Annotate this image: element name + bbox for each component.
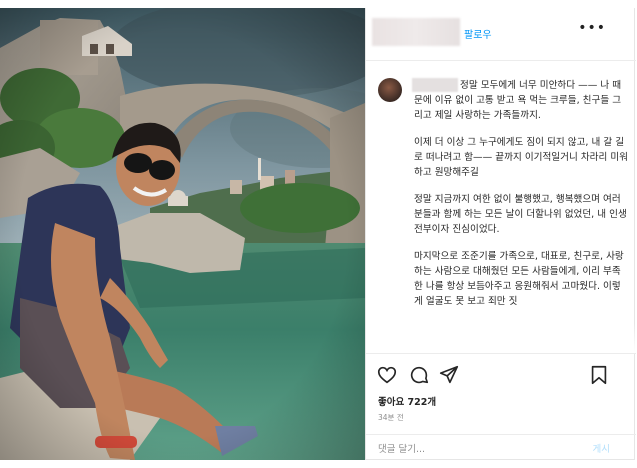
comment-row: 댓글 달기... 게시 bbox=[366, 434, 636, 461]
bookmark-icon[interactable] bbox=[588, 364, 610, 386]
share-icon[interactable] bbox=[438, 364, 460, 386]
post-timestamp[interactable]: 34분 전 bbox=[378, 412, 404, 423]
caption-paragraph: 정말 모두에게 너무 미안하다 —— 나 때문에 이유 없이 고통 받고 욕 먹… bbox=[414, 80, 622, 121]
caption-area: 정말 모두에게 너무 미안하다 —— 나 때문에 이유 없이 고통 받고 욕 먹… bbox=[366, 68, 636, 353]
caption-text: 정말 모두에게 너무 미안하다 —— 나 때문에 이유 없이 고통 받고 욕 먹… bbox=[414, 78, 629, 321]
post-header: 팔로우 ••• bbox=[366, 8, 636, 61]
caption-paragraph: 마지막으로 조준기를 가족으로, 대표로, 친구로, 사랑하는 사람으로 대해줬… bbox=[414, 251, 624, 307]
likes-count[interactable]: 좋아요 722개 bbox=[378, 394, 436, 408]
more-icon[interactable]: ••• bbox=[578, 20, 606, 36]
follow-button[interactable]: 팔로우 bbox=[464, 26, 492, 41]
post-comment-button[interactable]: 게시 bbox=[593, 441, 610, 455]
avatar[interactable] bbox=[378, 78, 402, 102]
post-photo[interactable] bbox=[0, 8, 365, 460]
post-side-panel: 팔로우 ••• 정말 모두에게 너무 미안하다 —— 나 때문에 이유 없이 고… bbox=[365, 8, 636, 460]
comment-input[interactable]: 댓글 달기... bbox=[378, 441, 425, 455]
caption-fade bbox=[366, 323, 636, 353]
post-actions: 좋아요 722개 34분 전 댓글 달기... 게시 bbox=[366, 353, 636, 455]
post-window: 팔로우 ••• 정말 모두에게 너무 미안하다 —— 나 때문에 이유 없이 고… bbox=[0, 0, 637, 468]
username-blurred[interactable] bbox=[372, 18, 460, 46]
comment-icon[interactable] bbox=[408, 364, 430, 386]
heart-icon[interactable] bbox=[376, 364, 398, 386]
caption-paragraph: 이제 더 이상 그 누구에게도 짐이 되지 않고, 내 갈 길로 떠나려고 함—… bbox=[414, 137, 629, 178]
caption-paragraph: 정말 지금까지 여한 없이 불행했고, 행복했으며 여러분들과 함께 하는 모든… bbox=[414, 194, 627, 235]
